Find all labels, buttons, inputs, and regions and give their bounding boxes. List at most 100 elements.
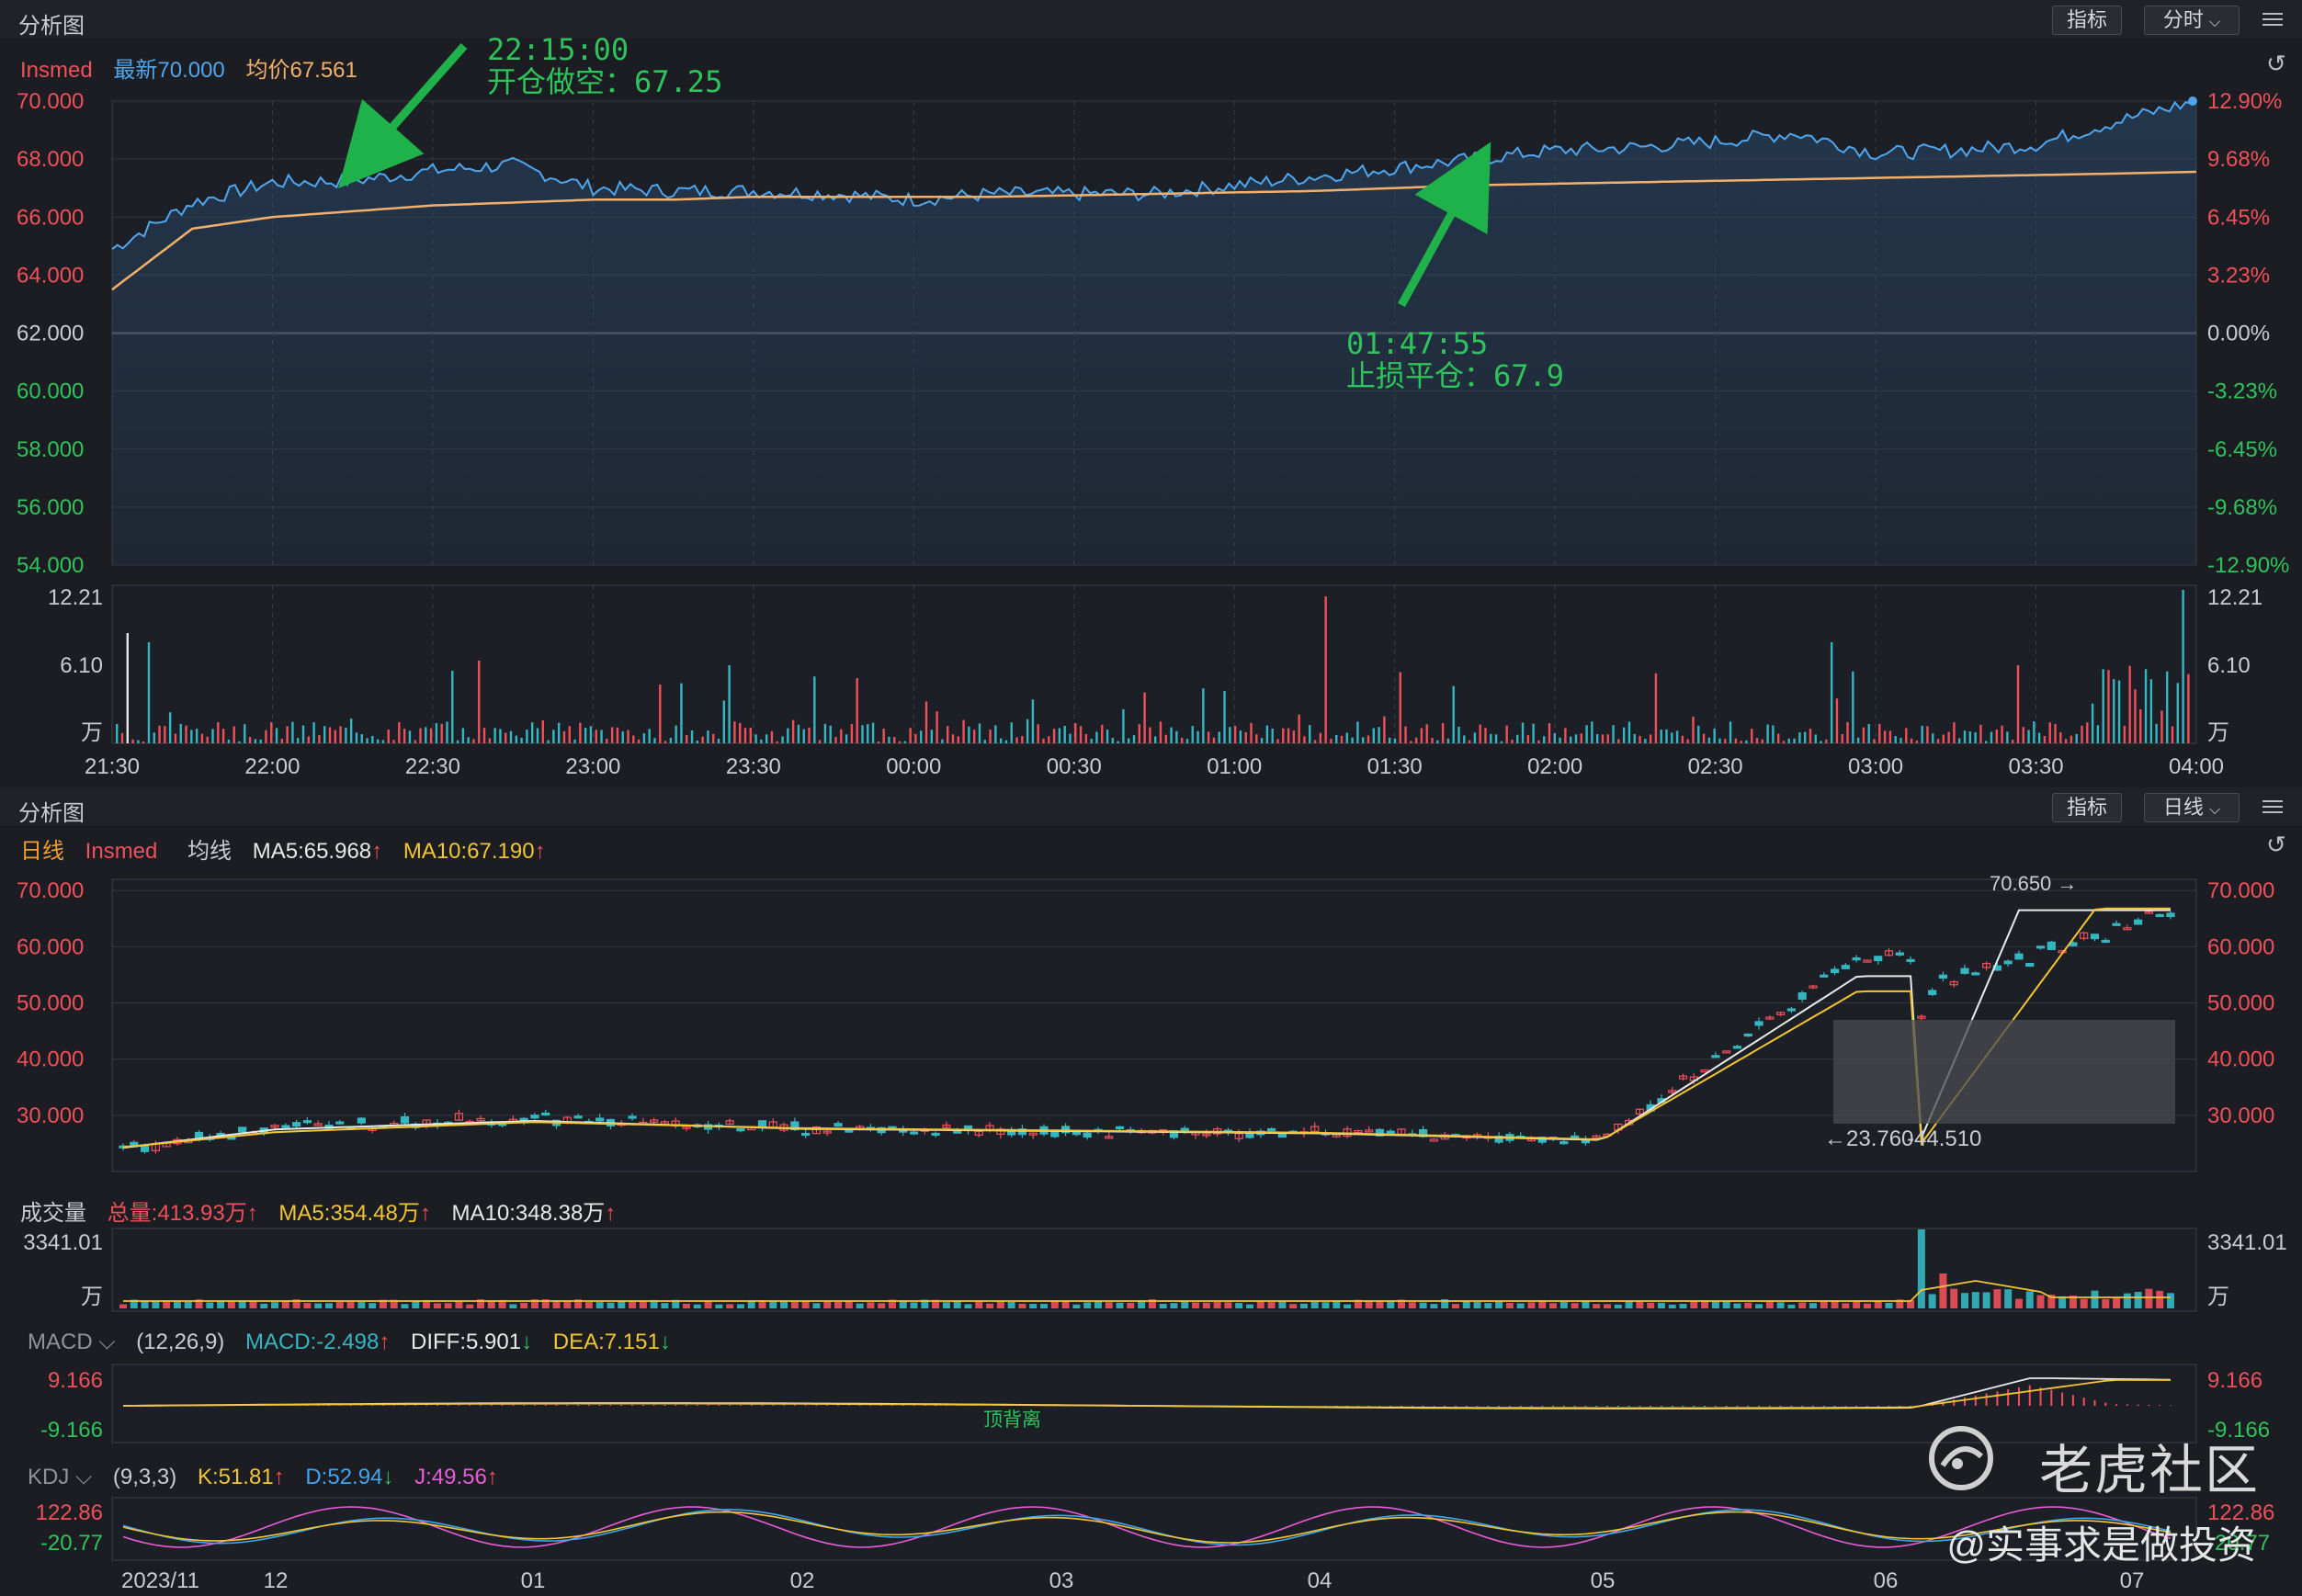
volume-bar: [1356, 721, 1359, 743]
volume-bar: [1335, 734, 1338, 743]
daily-volume-bar: [2080, 1298, 2088, 1308]
volume-bar: [600, 730, 603, 743]
volume-bar: [968, 726, 970, 743]
date-tick: 01: [521, 1568, 546, 1593]
candle-body: [238, 1126, 247, 1133]
candle-body: [302, 1120, 312, 1124]
candle-body: [2025, 962, 2035, 968]
volume-bar: [903, 741, 907, 743]
volume-bar: [1500, 741, 1503, 743]
volume-bar: [1649, 734, 1652, 743]
y-tick-right: 12.90%: [2207, 89, 2282, 114]
volume-bar: [2123, 725, 2126, 743]
volume-bar: [728, 665, 731, 743]
volume-bar: [573, 739, 576, 743]
volume-bar: [1441, 722, 1445, 743]
y-tick-left: 70.000: [17, 89, 84, 114]
volume-bar: [1479, 724, 1481, 743]
time-tick: 00:30: [1047, 754, 1102, 779]
divergence-note: 顶背离: [983, 1409, 1041, 1431]
volume-bar: [1968, 731, 1972, 743]
volume-bar: [1420, 728, 1423, 743]
volume-bar: [1180, 737, 1184, 743]
volume-bar: [265, 730, 267, 743]
volume-bar: [1026, 719, 1029, 743]
daily-volume-bar: [2156, 1290, 2164, 1308]
volume-bar: [1218, 731, 1220, 743]
volume-bar: [1974, 731, 1977, 743]
candle-body: [1072, 1131, 1081, 1136]
volume-bar: [1570, 736, 1572, 743]
daily-volume-bar: [1690, 1301, 1698, 1308]
daily-volume-bar: [1094, 1301, 1102, 1308]
pct-label: -44.510: [1907, 1126, 1981, 1151]
volume-bar: [232, 726, 235, 743]
volume-bar: [2054, 723, 2057, 743]
volume-bar: [1686, 739, 1689, 743]
volume-bar: [1953, 722, 1956, 743]
volume-bar: [1366, 735, 1370, 743]
volume-bar: [451, 670, 454, 743]
volume-bar: [1271, 728, 1274, 743]
time-tick: 04:00: [2169, 754, 2224, 779]
volume-bar: [2048, 722, 2051, 743]
daily-volume-bar: [1462, 1301, 1470, 1308]
volume-bar: [983, 740, 986, 743]
volume-bar: [1979, 724, 1982, 743]
volume-bar: [1627, 721, 1631, 743]
volume-bar: [259, 739, 262, 743]
volume-bar: [1814, 734, 1817, 743]
daily-volume-bar: [1798, 1302, 1807, 1308]
volume-bar: [1473, 732, 1477, 743]
candle-body: [357, 1117, 366, 1124]
volume-bar: [328, 727, 332, 743]
volume-bar: [1798, 732, 1801, 743]
vol-tick-right: 12.21: [2207, 585, 2262, 610]
volume-bar: [1633, 733, 1636, 743]
volume-bar: [408, 730, 412, 743]
daily-volume-bar: [1755, 1304, 1763, 1308]
daily-volume-bar: [964, 1304, 972, 1308]
volume-bar: [1303, 736, 1306, 743]
daily-volume-bar: [1235, 1303, 1243, 1308]
volume-bar: [1431, 738, 1434, 743]
range-box: [1833, 1020, 2175, 1124]
volume-bar: [1671, 732, 1673, 743]
volume-bar: [1255, 734, 1258, 743]
volume-bar: [164, 726, 166, 743]
volume-bar: [989, 730, 992, 743]
volume-bar: [675, 725, 677, 743]
volume-bar: [1425, 724, 1428, 743]
daily-volume-bar: [184, 1301, 192, 1308]
volume-bar: [360, 734, 363, 743]
volume-bar: [722, 700, 726, 743]
volume-bar: [478, 661, 481, 743]
volume-bar: [526, 729, 528, 743]
daily-volume-bar: [1419, 1302, 1427, 1308]
daily-volume-bar: [607, 1302, 615, 1308]
volume-bar: [1915, 740, 1919, 743]
daily-volume-bar: [942, 1302, 950, 1308]
daily-volume-bar: [1842, 1303, 1850, 1308]
volume-bar: [1521, 722, 1525, 743]
volume-bar: [1606, 734, 1609, 743]
volume-bar: [482, 728, 486, 743]
candle-body: [1732, 1046, 1742, 1049]
volume-bar: [1351, 737, 1354, 743]
volume-bar: [2134, 689, 2137, 743]
volume-bar: [1095, 731, 1098, 743]
candle-body: [1050, 1130, 1060, 1138]
daily-volume-bar: [1516, 1303, 1525, 1308]
volume-bar: [270, 722, 273, 743]
volume-bar: [1910, 738, 1913, 743]
time-tick: 02:00: [1527, 754, 1582, 779]
volume-bar: [1820, 741, 1822, 743]
daily-volume-bar: [2025, 1291, 2034, 1308]
macd-tick-right: 9.166: [2207, 1368, 2262, 1393]
volume-bar: [930, 730, 934, 743]
volume-bar: [867, 724, 869, 743]
daily-volume-bar: [1765, 1301, 1774, 1308]
daily-volume-bar: [790, 1301, 799, 1308]
volume-bar: [584, 728, 587, 743]
volume-bar: [1846, 721, 1849, 743]
